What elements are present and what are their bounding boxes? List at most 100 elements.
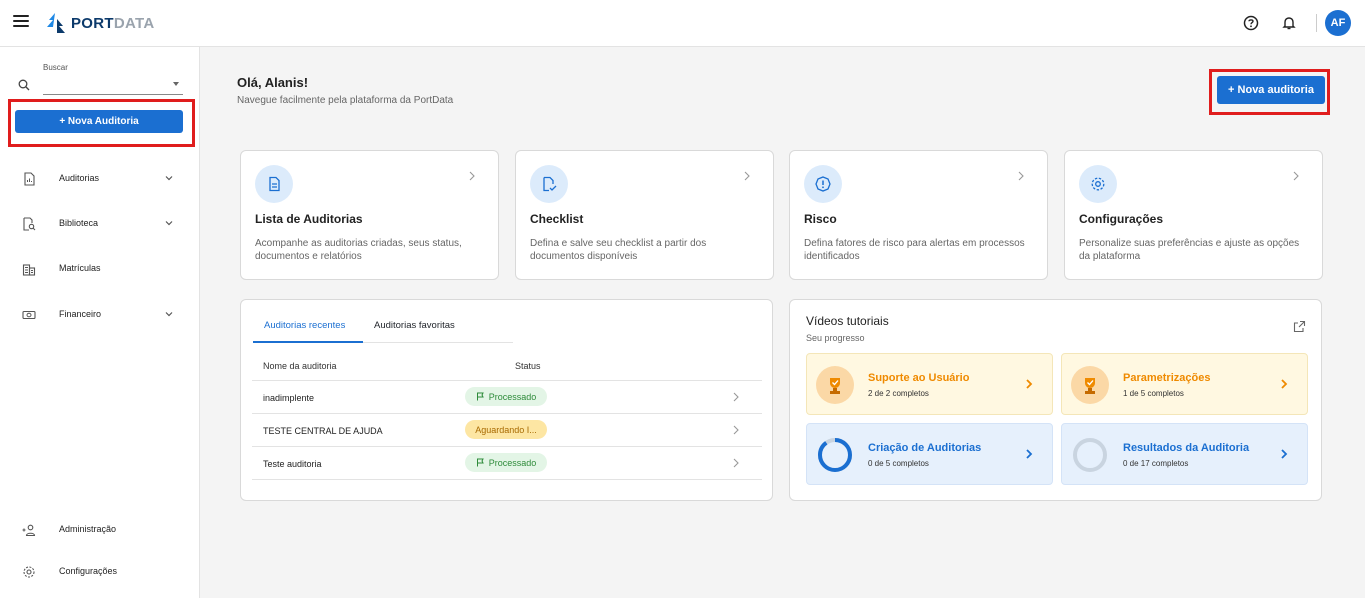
- video-card-resultados[interactable]: Resultados da Auditoria 0 de 17 completo…: [1061, 423, 1308, 485]
- chevron-down-icon[interactable]: [164, 218, 174, 228]
- hamburger-menu-icon[interactable]: [13, 15, 29, 29]
- open-external-icon[interactable]: [1293, 320, 1306, 333]
- videos-subtitle: Seu progresso: [806, 333, 865, 343]
- sidebar-item-biblioteca[interactable]: Biblioteca: [0, 211, 199, 237]
- card-title: Lista de Auditorias: [255, 212, 363, 226]
- feature-card-lista-auditorias[interactable]: Lista de Auditorias Acompanhe as auditor…: [240, 150, 499, 280]
- sidebar-item-auditorias[interactable]: Auditorias: [0, 166, 199, 192]
- status-badge: Processado: [465, 453, 547, 472]
- status-badge: Aguardando I...: [465, 420, 547, 439]
- video-card-criacao[interactable]: Criação de Auditorias 0 de 5 completos: [806, 423, 1053, 485]
- sidebar-item-matriculas[interactable]: Matrículas: [0, 256, 199, 282]
- toolbar-divider: [1316, 14, 1317, 32]
- video-title: Suporte ao Usuário: [868, 372, 970, 384]
- help-icon[interactable]: [1240, 12, 1262, 34]
- search-icon: [18, 79, 30, 91]
- chevron-right-icon: [469, 171, 475, 181]
- sidebar-item-financeiro[interactable]: Financeiro: [0, 302, 199, 328]
- sidebar-item-label: Auditorias: [59, 173, 100, 183]
- sidebar-item-administracao[interactable]: Administração: [0, 517, 199, 543]
- portdata-logo[interactable]: PORTDATA: [44, 12, 155, 34]
- search-box[interactable]: Buscar: [18, 61, 184, 95]
- sidebar-item-label: Biblioteca: [59, 218, 99, 228]
- audit-doc-icon: [24, 172, 35, 186]
- column-header-name: Nome da auditoria: [263, 361, 337, 371]
- logo-mark-icon: [47, 13, 65, 33]
- videos-title: Vídeos tutoriais: [806, 314, 889, 328]
- risk-alert-icon: [804, 165, 842, 203]
- card-description: Personalize suas preferências e ajuste a…: [1079, 238, 1300, 262]
- status-text: Processado: [488, 391, 537, 402]
- video-progress-count: 0 de 5 completos: [868, 459, 929, 468]
- chevron-right-icon: [1026, 449, 1033, 459]
- trophy-icon: [1071, 366, 1109, 404]
- tab-auditorias-favoritas[interactable]: Auditorias favoritas: [374, 320, 455, 331]
- chevron-right-icon: [744, 171, 750, 181]
- sidebar-item-label: Configurações: [59, 566, 118, 576]
- chevron-right-icon: [1026, 379, 1033, 389]
- tab-auditorias-recentes[interactable]: Auditorias recentes: [264, 320, 345, 331]
- card-title: Checklist: [530, 212, 584, 226]
- chevron-right-icon: [1281, 449, 1288, 459]
- search-input[interactable]: [43, 75, 183, 95]
- video-card-suporte[interactable]: Suporte ao Usuário 2 de 2 completos: [806, 353, 1053, 415]
- chevron-right-icon: [1281, 379, 1288, 389]
- audit-name: Teste auditoria: [263, 459, 322, 469]
- user-avatar[interactable]: AF: [1325, 10, 1351, 36]
- status-text: Aguardando I...: [475, 424, 537, 435]
- greeting-subtitle: Navegue facilmente pela plataforma da Po…: [237, 95, 454, 106]
- video-progress-count: 1 de 5 completos: [1123, 389, 1184, 398]
- sidebar-item-label: Administração: [59, 524, 117, 534]
- audit-name: inadimplente: [263, 393, 315, 403]
- trophy-icon: [816, 366, 854, 404]
- progress-ring-icon: [818, 438, 852, 472]
- feature-card-checklist[interactable]: Checklist Defina e salve seu checklist a…: [515, 150, 774, 280]
- card-description: Defina e salve seu checklist a partir do…: [530, 238, 707, 262]
- flag-icon: [476, 392, 484, 401]
- audits-panel: Auditorias recentes Auditorias favoritas…: [240, 299, 773, 501]
- flag-icon: [476, 458, 484, 467]
- feature-card-configuracoes[interactable]: Configurações Personalize suas preferênc…: [1064, 150, 1323, 280]
- sidebar-item-label: Matrículas: [59, 263, 101, 273]
- video-progress-count: 2 de 2 completos: [868, 389, 929, 398]
- card-description: Defina fatores de risco para alertas em …: [804, 238, 1025, 262]
- logo-text: PORTDATA: [71, 14, 155, 32]
- sidebar-new-audit-button[interactable]: + Nova Auditoria: [15, 110, 183, 133]
- sidebar-item-configuracoes[interactable]: Configurações: [0, 559, 199, 585]
- sidebar: Buscar + Nova Auditoria Auditorias Bibli…: [0, 47, 200, 598]
- audit-name: TESTE CENTRAL DE AJUDA: [263, 426, 383, 436]
- search-dropdown-caret-icon[interactable]: [173, 82, 179, 86]
- card-description: Acompanhe as auditorias criadas, seus st…: [255, 238, 462, 262]
- chevron-right-icon: [733, 425, 739, 435]
- card-title: Risco: [804, 212, 837, 226]
- notification-bell-icon[interactable]: [1278, 12, 1300, 34]
- table-row[interactable]: inadimplente Processado: [252, 380, 762, 413]
- chevron-right-icon: [1018, 171, 1024, 181]
- card-title: Configurações: [1079, 212, 1164, 226]
- video-progress-count: 0 de 17 completos: [1123, 459, 1189, 468]
- column-header-status: Status: [515, 361, 541, 371]
- search-label: Buscar: [43, 63, 68, 72]
- table-row[interactable]: TESTE CENTRAL DE AJUDA Aguardando I...: [252, 413, 762, 446]
- table-row[interactable]: Teste auditoria Processado: [252, 446, 762, 479]
- status-text: Processado: [488, 457, 537, 468]
- video-tutorials-panel: Vídeos tutoriais Seu progresso Suporte a…: [789, 299, 1322, 501]
- new-audit-button[interactable]: + Nova auditoria: [1217, 76, 1325, 104]
- add-user-icon: [22, 524, 36, 537]
- video-title: Resultados da Auditoria: [1123, 442, 1250, 454]
- table-divider: [252, 479, 762, 480]
- building-icon: [22, 264, 36, 276]
- chevron-down-icon[interactable]: [164, 309, 174, 319]
- library-search-icon: [23, 217, 36, 231]
- feature-card-risco[interactable]: Risco Defina fatores de risco para alert…: [789, 150, 1048, 280]
- chevron-down-icon[interactable]: [164, 173, 174, 183]
- settings-gear-icon: [1079, 165, 1117, 203]
- money-icon: [22, 310, 36, 320]
- checklist-icon: [530, 165, 568, 203]
- active-tab-indicator: [253, 341, 363, 343]
- video-card-parametrizacoes[interactable]: Parametrizações 1 de 5 completos: [1061, 353, 1308, 415]
- status-badge: Processado: [465, 387, 547, 406]
- chevron-right-icon: [733, 392, 739, 402]
- chevron-right-icon: [1293, 171, 1299, 181]
- audits-tabs: Auditorias recentes Auditorias favoritas: [253, 314, 513, 343]
